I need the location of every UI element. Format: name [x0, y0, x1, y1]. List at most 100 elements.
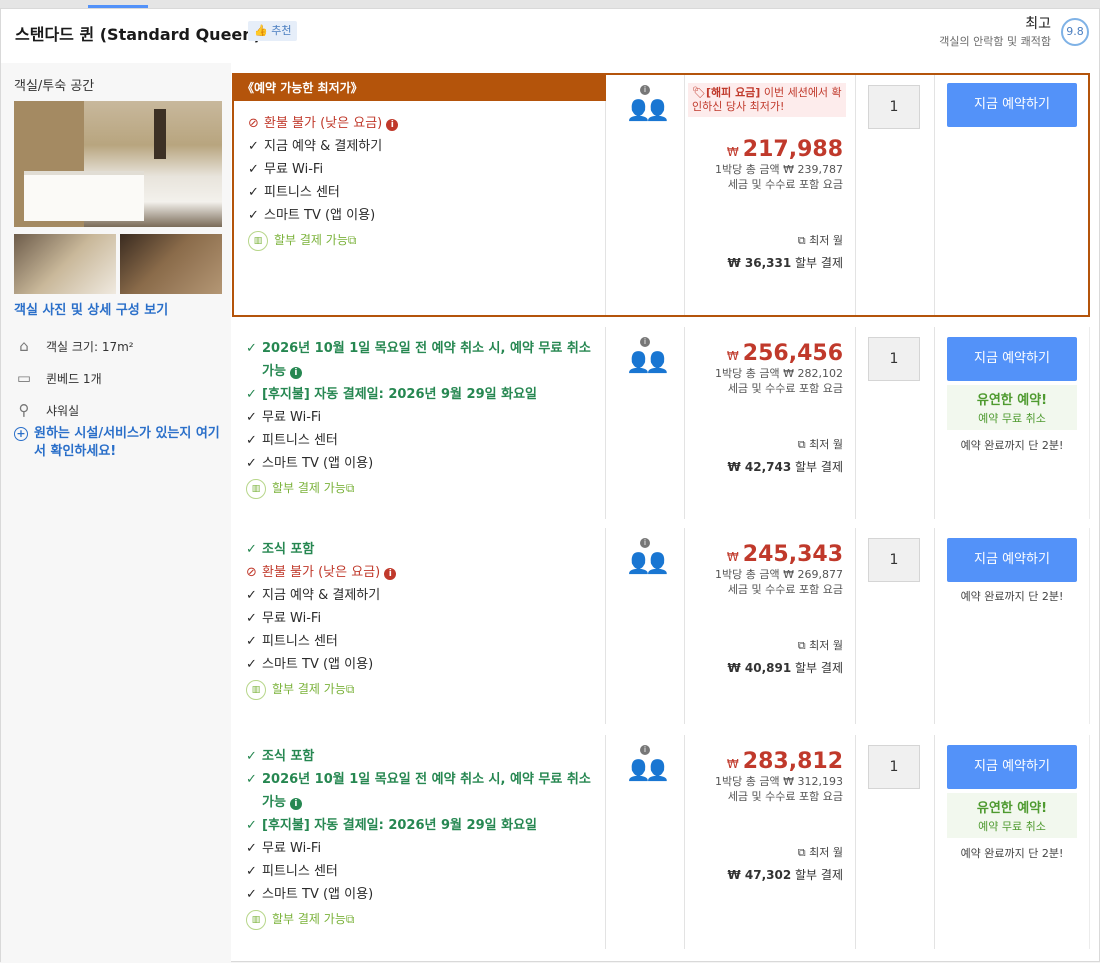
- check-icon: ✓: [246, 749, 257, 764]
- per-night-amount: 269,877: [797, 568, 844, 581]
- info-icon[interactable]: i: [289, 367, 302, 379]
- lowest-month-label: 최저 월: [809, 846, 843, 859]
- condition-text: [후지불] 자동 결제일: 2026년 9월 29일 화요일: [262, 387, 537, 402]
- quantity-select[interactable]: 1: [868, 745, 920, 789]
- per-night-total: 1박당 총 금액 ₩ 312,193: [673, 774, 843, 789]
- info-icon[interactable]: i: [386, 119, 399, 131]
- installment-icon: ▥: [246, 909, 266, 930]
- external-link-icon: ⧉: [345, 912, 355, 926]
- external-link-icon: ⧉: [797, 234, 810, 247]
- per-night-prefix: 1박당 총 금액 ₩: [715, 163, 794, 176]
- installment-link[interactable]: ▥ 할부 결제 가능 ⧉: [246, 477, 598, 500]
- monthly-suffix: 할부 결제: [795, 460, 843, 474]
- per-night-amount: 282,102: [797, 367, 844, 380]
- check-icon: ✓: [246, 433, 257, 448]
- installment-icon: ▥: [248, 230, 268, 251]
- installment-link[interactable]: ▥ 할부 결제 가능 ⧉: [248, 229, 600, 252]
- condition-text: 무료 Wi-Fi: [264, 162, 324, 177]
- column-divider: [855, 735, 856, 949]
- installment-icon: ▥: [246, 478, 266, 499]
- room-offer: 《예약 가능한 최저가》 ⊘ 환불 불가 (낮은 요금) i ✓ 지금 예약 & 결제하기…: [232, 73, 1090, 317]
- condition-row: ✓ 피트니스 센터: [248, 181, 600, 204]
- installment-label: 할부 결제 가능: [272, 912, 346, 926]
- lowest-month: ⧉ 최저 월: [673, 232, 843, 248]
- room-photos-link[interactable]: 객실 사진 및 상세 구성 보기: [14, 299, 168, 318]
- condition-text: 무료 Wi-Fi: [262, 410, 322, 425]
- info-icon[interactable]: i: [640, 337, 650, 347]
- flexible-sub: 예약 무료 취소: [978, 412, 1046, 425]
- promo-note: 🏷[해피 요금] 이번 세션에서 확인하신 당사 최저가!: [688, 83, 846, 117]
- check-icon: ✓: [246, 611, 257, 626]
- currency: ₩: [726, 550, 739, 564]
- flexible-booking-badge: 유연한 예약! 예약 무료 취소: [947, 793, 1077, 838]
- condition-row: ✓ 피트니스 센터: [246, 429, 598, 452]
- space-label: 객실/투숙 공간: [14, 79, 95, 94]
- two-adults-icon: 👤👤: [626, 98, 670, 122]
- plus-icon: +: [14, 427, 28, 441]
- info-icon[interactable]: i: [640, 538, 650, 548]
- feature-shower: ⚲ 샤워실: [14, 401, 80, 419]
- info-icon[interactable]: i: [384, 568, 397, 580]
- condition-text: 무료 Wi-Fi: [262, 841, 322, 856]
- lowest-month-label: 최저 월: [809, 639, 843, 652]
- check-icon: ✓: [248, 139, 259, 154]
- installment-link[interactable]: ▥ 할부 결제 가능 ⧉: [246, 908, 598, 931]
- quantity-select[interactable]: 1: [868, 538, 920, 582]
- condition-text: 지금 예약 & 결제하기: [262, 588, 381, 603]
- flexible-title: 유연한 예약!: [976, 393, 1048, 408]
- column-divider: [855, 528, 856, 724]
- facility-link-label: 원하는 시설/서비스가 있는지 여기서 확인하세요!: [34, 426, 220, 459]
- promo-tag: [해피 요금]: [705, 86, 761, 99]
- per-night-prefix: 1박당 총 금액 ₩: [715, 775, 794, 788]
- condition-text: 무료 Wi-Fi: [262, 611, 322, 626]
- column-divider: [855, 75, 856, 315]
- external-link-icon: ⧉: [347, 233, 357, 247]
- condition-text: 2026년 10월 1일 목요일 전 예약 취소 시, 예약 무료 취소 가능: [262, 772, 591, 810]
- quantity-select[interactable]: 1: [868, 85, 920, 129]
- no-icon: ⊘: [246, 565, 257, 580]
- info-icon[interactable]: i: [640, 745, 650, 755]
- currency: ₩: [726, 757, 739, 771]
- score-badge: 9.8: [1061, 18, 1089, 46]
- monthly-suffix: 할부 결제: [795, 661, 843, 675]
- room-offer: ✓ 조식 포함 ✓ 2026년 10월 1일 목요일 전 예약 취소 시, 예약 무료…: [232, 735, 1090, 949]
- monthly-amount: ₩ 47,302: [727, 868, 792, 882]
- occupancy: i 👤👤: [605, 85, 685, 122]
- room-photo-thumb-1[interactable]: [14, 234, 116, 294]
- lowest-month-label: 최저 월: [809, 234, 843, 247]
- book-now-button[interactable]: 지금 예약하기: [947, 337, 1077, 381]
- check-icon: ✓: [246, 887, 257, 902]
- column-divider: [934, 327, 935, 519]
- offer-conditions: ✓ 조식 포함 ⊘ 환불 불가 (낮은 요금) i ✓ 지금 예약 & 결제하기 ✓ 무료 Wi…: [246, 538, 598, 701]
- room-photo-main[interactable]: [14, 101, 222, 227]
- condition-row: ✓ 지금 예약 & 결제하기: [246, 584, 598, 607]
- price-value: ₩283,812: [673, 749, 843, 774]
- recommend-badge: 👍 추천: [248, 21, 298, 41]
- feature-room-size: ⌂ 객실 크기: 17m²: [14, 337, 133, 355]
- condition-row: ✓ 무료 Wi-Fi: [246, 607, 598, 630]
- top-divider: [0, 0, 1100, 8]
- condition-row: ✓ 스마트 TV (앱 이용): [248, 204, 600, 227]
- book-now-button[interactable]: 지금 예약하기: [947, 538, 1077, 582]
- condition-row: ✓ [후지불] 자동 결제일: 2026년 9월 29일 화요일: [246, 814, 598, 837]
- check-icon: ✓: [246, 387, 257, 402]
- currency: ₩: [726, 145, 739, 159]
- room-photo-thumb-2[interactable]: [120, 234, 222, 294]
- condition-text: 환불 불가 (낮은 요금): [262, 565, 381, 580]
- facility-check-link[interactable]: + 원하는 시설/서비스가 있는지 여기서 확인하세요!: [14, 425, 224, 461]
- shower-icon: ⚲: [18, 401, 30, 419]
- quantity-select[interactable]: 1: [868, 337, 920, 381]
- external-link-icon: ⧉: [797, 438, 810, 451]
- info-icon[interactable]: i: [289, 798, 302, 810]
- offer-conditions: ✓ 조식 포함 ✓ 2026년 10월 1일 목요일 전 예약 취소 시, 예약 무료…: [246, 745, 598, 931]
- info-icon[interactable]: i: [640, 85, 650, 95]
- book-now-button[interactable]: 지금 예약하기: [947, 745, 1077, 789]
- condition-row: ✓ 조식 포함: [246, 538, 598, 561]
- external-link-icon: ⧉: [797, 846, 810, 859]
- book-now-button[interactable]: 지금 예약하기: [947, 83, 1077, 127]
- finish-time-note: 예약 완료까지 단 2분!: [960, 847, 1064, 860]
- condition-text: 스마트 TV (앱 이용): [262, 657, 374, 672]
- installment-link[interactable]: ▥ 할부 결제 가능 ⧉: [246, 678, 598, 701]
- column-divider: [934, 735, 935, 949]
- score-subtitle: 객실의 안락함 및 쾌적함: [939, 35, 1051, 48]
